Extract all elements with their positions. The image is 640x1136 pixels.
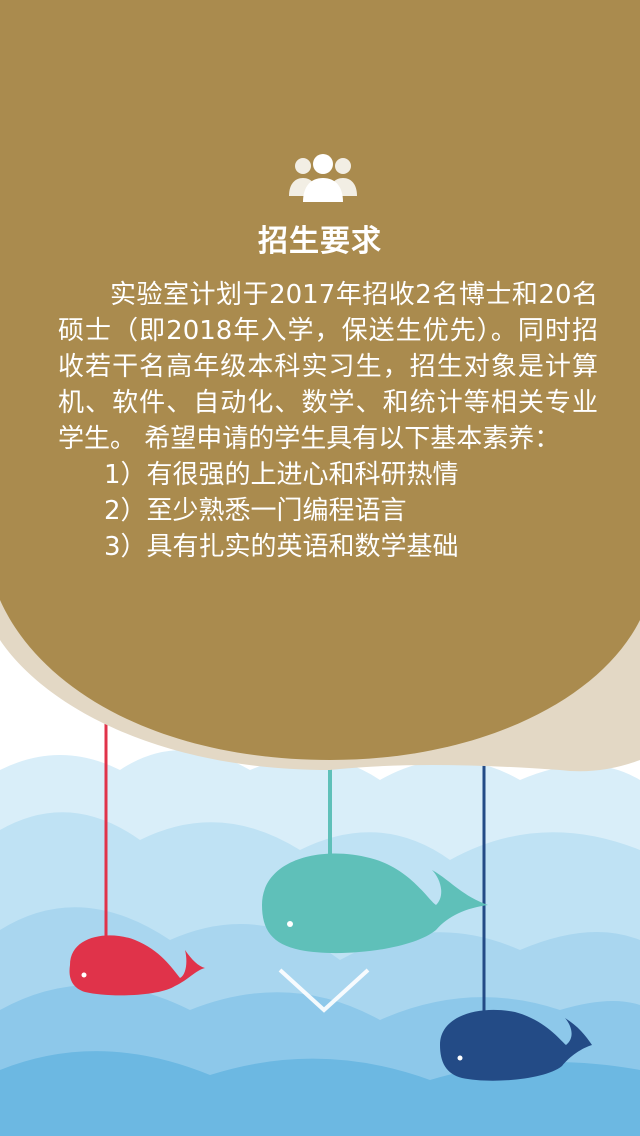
requirement-item: 1）有很强的上进心和科研热情: [104, 460, 459, 490]
requirements-body: 实验室计划于2017年招收2名博士和20名硕士（即2018年入学，保送生优先）。…: [58, 277, 598, 565]
requirements-list: 1）有很强的上进心和科研热情 2）至少熟悉一门编程语言 3）具有扎实的英语和数学…: [58, 457, 598, 565]
content-card-text: 招生要求 实验室计划于2017年招收2名博士和20名硕士（即2018年入学，保送…: [0, 0, 640, 700]
requirement-item: 3）具有扎实的英语和数学基础: [104, 532, 459, 562]
section-title: 招生要求: [258, 224, 382, 259]
people-group-icon: [289, 154, 357, 202]
requirement-item: 2）至少熟悉一门编程语言: [104, 496, 407, 526]
chevron-down-icon[interactable]: [276, 966, 372, 1016]
recruitment-page: 招生要求 实验室计划于2017年招收2名博士和20名硕士（即2018年入学，保送…: [0, 0, 640, 1136]
intro-paragraph: 实验室计划于2017年招收2名博士和20名硕士（即2018年入学，保送生优先）。…: [58, 280, 598, 454]
